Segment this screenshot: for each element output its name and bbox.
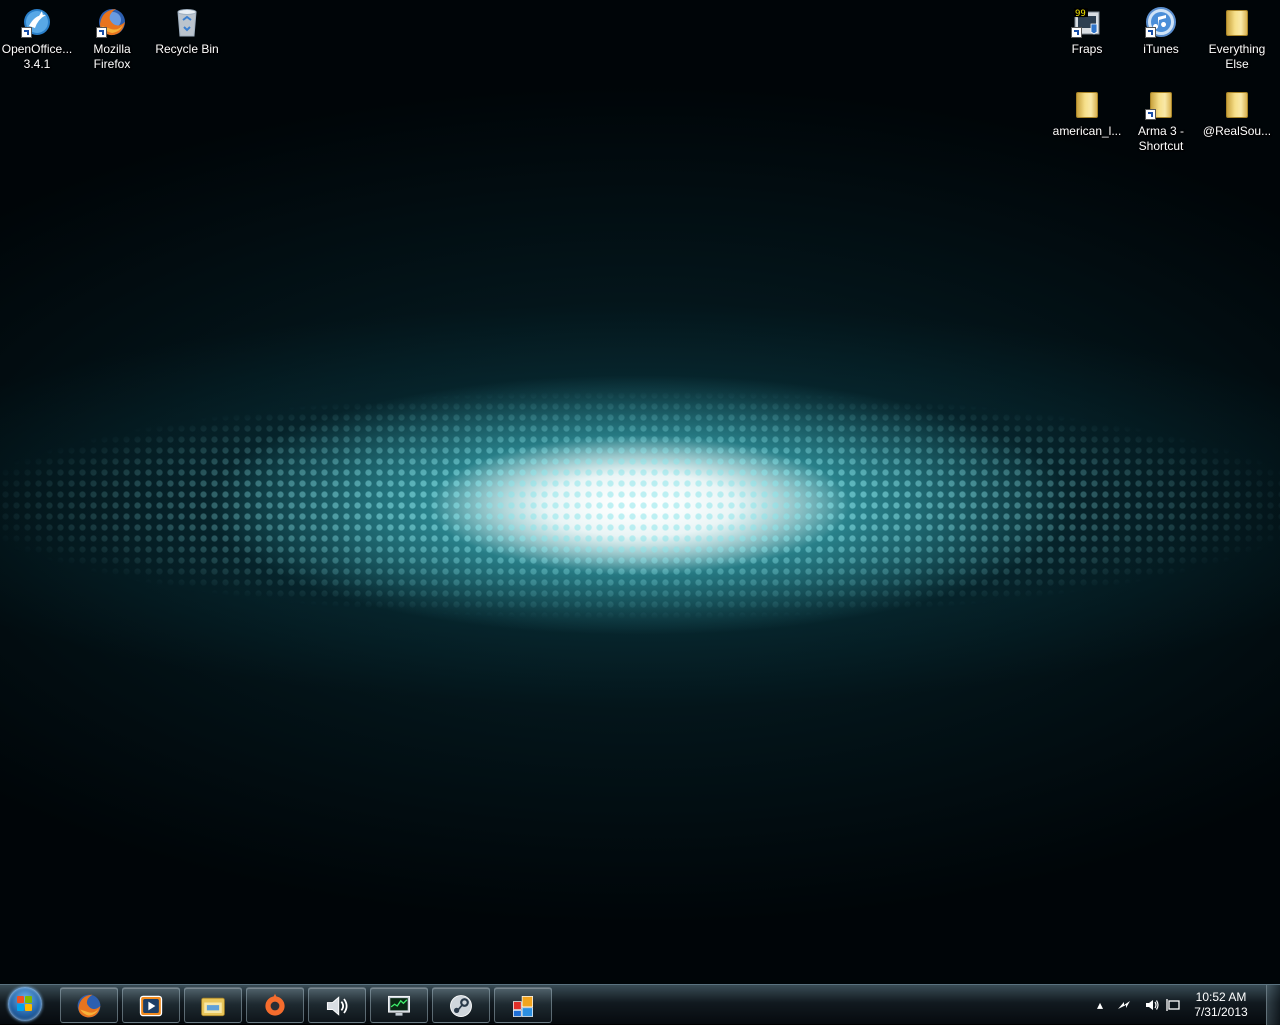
clock-time: 10:52 AM	[1195, 990, 1247, 1004]
taskbar-origin-button[interactable]	[246, 987, 304, 1023]
desktop-icon-label: iTunes	[1143, 42, 1179, 56]
desktop-icon-american[interactable]: american_l...	[1050, 82, 1124, 139]
desktop-icon-label: Mozilla Firefox	[93, 42, 131, 71]
wallpaper-dot-pattern	[0, 390, 1280, 630]
origin-icon	[261, 992, 289, 1020]
desktop-icon-recycle-bin[interactable]: Recycle Bin	[150, 0, 224, 57]
speaker-app-icon	[323, 992, 351, 1020]
windows-start-orb-icon	[8, 987, 42, 1021]
system-tray: ▴ 10:52 AM 7/31/2013	[1080, 985, 1280, 1025]
desktop-icon-firefox[interactable]: Mozilla Firefox	[75, 0, 149, 72]
taskbar-task-manager-button[interactable]	[370, 987, 428, 1023]
desktop[interactable]: OpenOffice... 3.4.1 Mozilla Firefox Recy…	[0, 0, 1280, 984]
folder-icon	[1221, 88, 1253, 120]
firefox-icon	[75, 992, 103, 1020]
taskbar-windows-tiles-button[interactable]	[494, 987, 552, 1023]
taskbar-clock[interactable]: 10:52 AM 7/31/2013	[1186, 990, 1256, 1020]
taskbar-speaker-app-button[interactable]	[308, 987, 366, 1023]
file-explorer-icon	[199, 992, 227, 1020]
taskbar-firefox-button[interactable]	[60, 987, 118, 1023]
desktop-icon-realsound[interactable]: @RealSou...	[1200, 82, 1274, 139]
task-manager-icon	[385, 992, 413, 1020]
network-arrow-icon[interactable]	[1116, 997, 1132, 1013]
show-desktop-button[interactable]	[1266, 985, 1280, 1025]
shortcut-arrow-icon	[96, 27, 107, 38]
windows-tiles-icon	[509, 992, 537, 1020]
taskbar-file-explorer-button[interactable]	[184, 987, 242, 1023]
arma3-icon	[1145, 88, 1177, 120]
clock-date: 7/31/2013	[1194, 1005, 1248, 1019]
shortcut-arrow-icon	[1145, 109, 1156, 120]
desktop-icon-label: Everything Else	[1208, 42, 1266, 71]
desktop-icon-label: OpenOffice... 3.4.1	[1, 42, 73, 71]
media-player-icon	[137, 992, 165, 1020]
desktop-icon-openoffice[interactable]: OpenOffice... 3.4.1	[0, 0, 74, 72]
shortcut-arrow-icon	[1071, 27, 1082, 38]
taskbar-steam-button[interactable]	[432, 987, 490, 1023]
folder-icon	[1071, 88, 1103, 120]
show-hidden-icons-chevron-icon[interactable]: ▴	[1092, 997, 1108, 1013]
fraps-badge: 99	[1075, 9, 1086, 19]
desktop-icon-fraps[interactable]: 99 Fraps	[1050, 0, 1124, 57]
firefox-icon	[96, 6, 128, 38]
desktop-icon-label: Recycle Bin	[155, 42, 219, 56]
recycle-bin-icon	[171, 6, 203, 38]
desktop-icon-label: american_l...	[1052, 124, 1122, 138]
taskbar-media-player-button[interactable]	[122, 987, 180, 1023]
desktop-icon-label: @RealSou...	[1202, 124, 1272, 138]
start-button[interactable]	[6, 987, 46, 1023]
desktop-icon-everything-else[interactable]: Everything Else	[1200, 0, 1274, 72]
volume-icon[interactable]	[1144, 997, 1160, 1013]
folder-icon	[1221, 6, 1253, 38]
openoffice-icon	[21, 6, 53, 38]
steam-icon	[447, 992, 475, 1020]
desktop-icon-itunes[interactable]: iTunes	[1124, 0, 1198, 57]
fraps-icon: 99	[1071, 6, 1103, 38]
shortcut-arrow-icon	[21, 27, 32, 38]
shortcut-arrow-icon	[1145, 27, 1156, 38]
desktop-icon-arma3-shortcut[interactable]: Arma 3 - Shortcut	[1124, 82, 1198, 154]
action-center-flag-icon[interactable]	[1166, 997, 1182, 1013]
itunes-icon	[1145, 6, 1177, 38]
desktop-icon-label: Arma 3 - Shortcut	[1137, 124, 1184, 153]
desktop-icon-label: Fraps	[1071, 42, 1103, 56]
taskbar: ▴ 10:52 AM 7/31/2013	[0, 984, 1280, 1025]
